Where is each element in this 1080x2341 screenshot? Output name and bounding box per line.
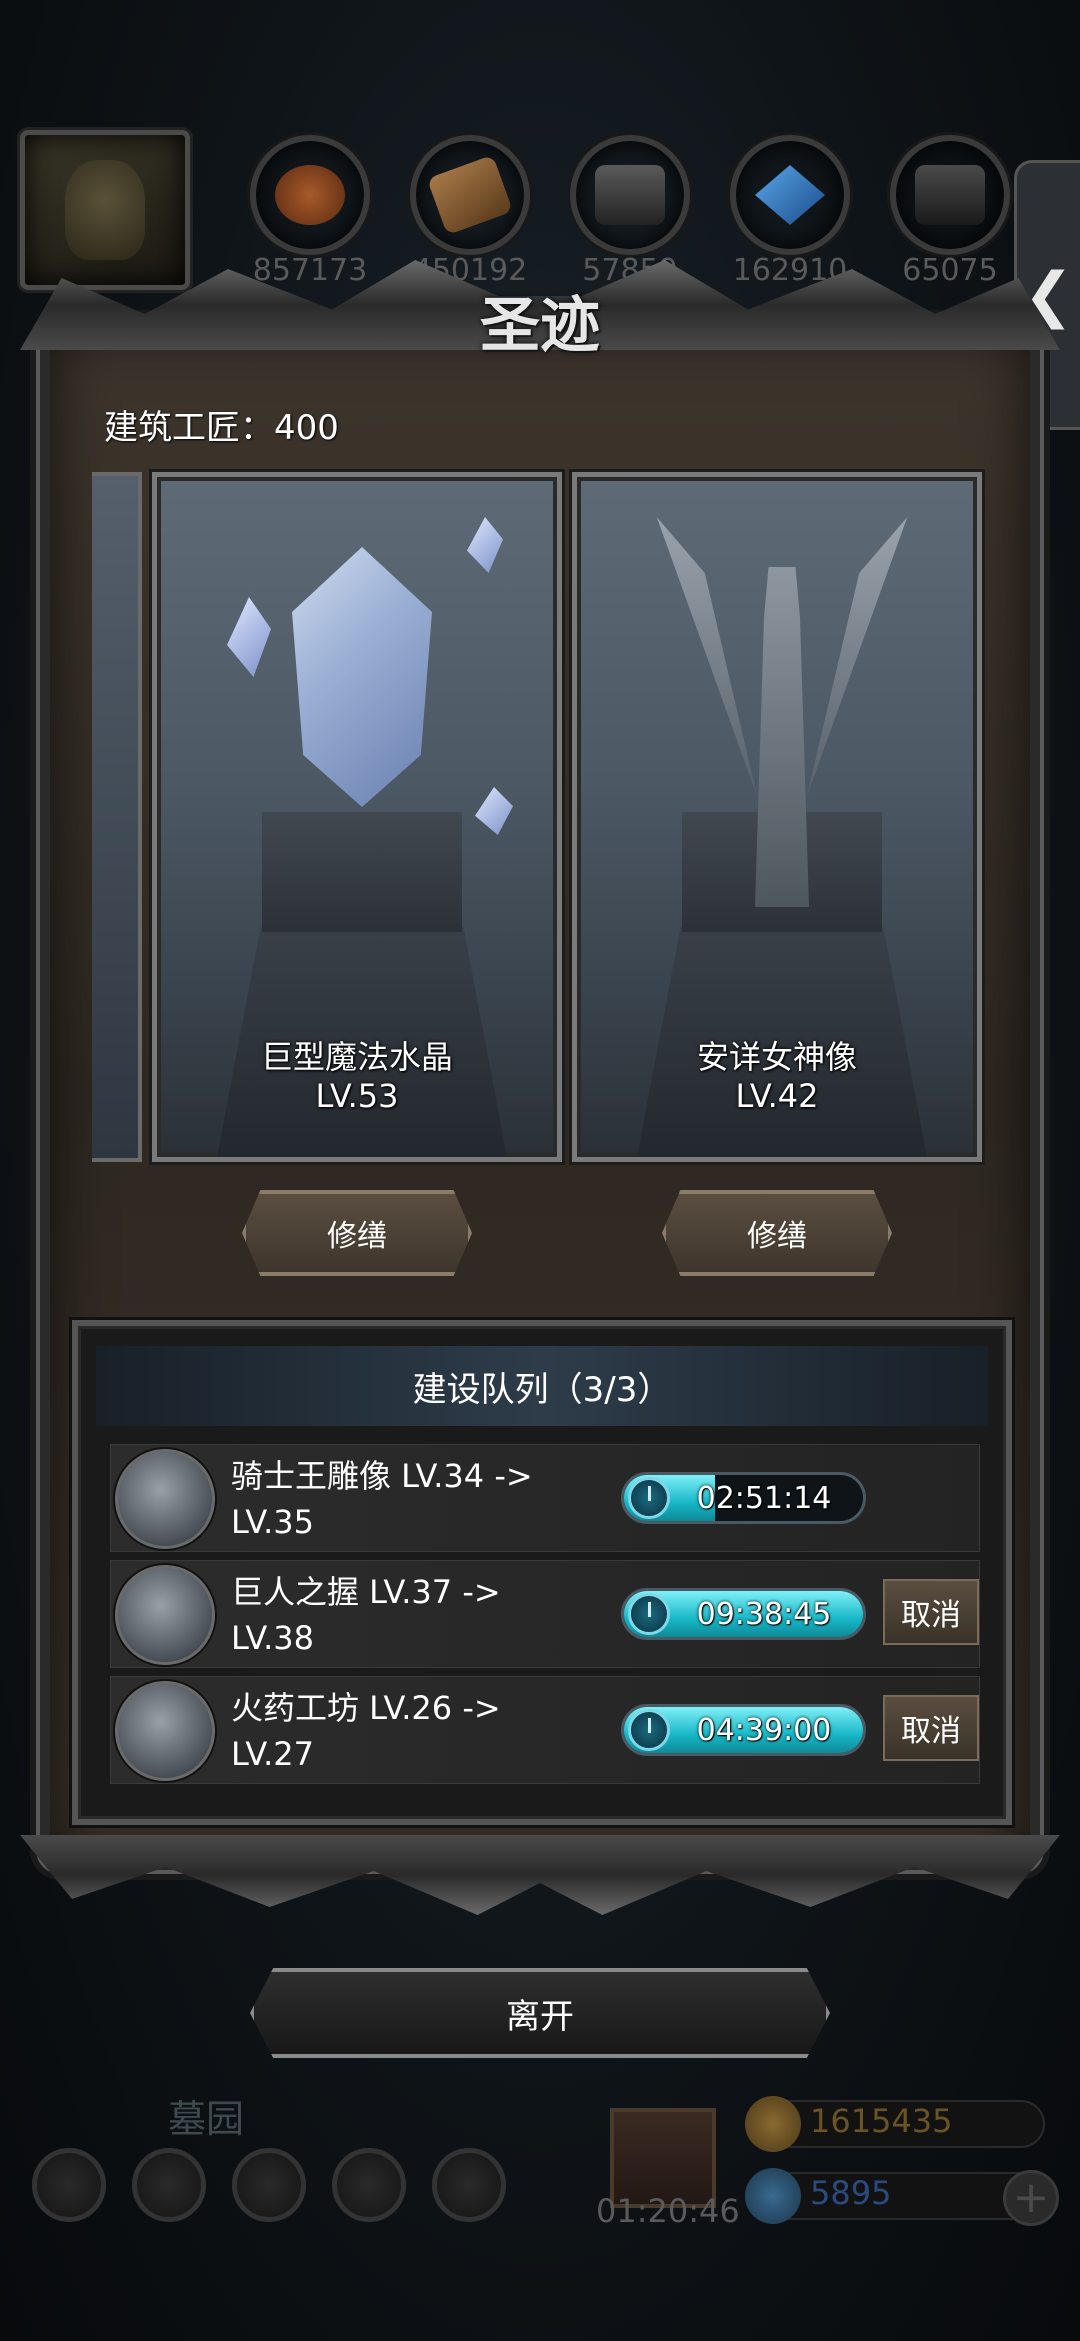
knight-statue-icon (115, 1449, 215, 1549)
wood-icon (410, 135, 530, 255)
location-label: 墓园 (168, 2097, 245, 2141)
gold-coin-icon (745, 2096, 801, 2152)
chat-icon[interactable] (432, 2148, 506, 2222)
queue-row-label: 巨人之握 LV.37 -> LV.38 (231, 1573, 501, 1657)
queue-row-label: 火药工坊 LV.26 -> LV.27 (231, 1689, 501, 1773)
gift-timer: 01:20:46 (596, 2192, 740, 2230)
gem-amount: 5895 (810, 2174, 892, 2212)
progress-timer: 02:51:14 (621, 1472, 866, 1524)
plus-icon[interactable]: + (1003, 2170, 1059, 2226)
building-card-goddess-statue[interactable]: 安详女神像 LV.42 (572, 472, 982, 1162)
building-card-previous[interactable] (92, 472, 142, 1162)
avatar-face (65, 160, 145, 260)
repair-button[interactable]: 修缮 (242, 1190, 472, 1276)
page-title: 圣迹 (480, 290, 600, 361)
tower-pedestal (262, 812, 462, 932)
cancel-button[interactable]: 取消 (883, 1695, 979, 1761)
timer-text: 02:51:14 (696, 1480, 832, 1516)
queue-row: 骑士王雕像 LV.34 -> LV.35 02:51:14 (110, 1444, 980, 1552)
gold-amount: 1615435 (810, 2102, 953, 2140)
leave-button[interactable]: 离开 (250, 1968, 830, 2058)
crystal-image (292, 547, 432, 807)
iron-icon (890, 135, 1010, 255)
queue-row: 巨人之握 LV.37 -> LV.38 09:38:45 取消 (110, 1560, 980, 1668)
craftsman-count: 建筑工匠：400 (104, 408, 339, 448)
queue-title: 建设队列（3/3） (96, 1346, 988, 1426)
building-card-magic-crystal[interactable]: 巨型魔法水晶 LV.53 (152, 472, 562, 1162)
star-icon[interactable] (132, 2148, 206, 2222)
resource-value: 65075 (902, 253, 998, 288)
crystal-icon (730, 135, 850, 255)
cancel-button[interactable]: 取消 (883, 1579, 979, 1645)
building-name: 安详女神像 (696, 1038, 857, 1076)
stone-icon (570, 135, 690, 255)
banner-icon[interactable] (232, 2148, 306, 2222)
food-icon (250, 135, 370, 255)
player-avatar[interactable] (20, 130, 190, 290)
building-name: 巨型魔法水晶 (260, 1038, 453, 1076)
progress-timer: 04:39:00 (621, 1704, 866, 1756)
progress-timer: 09:38:45 (621, 1588, 866, 1640)
timer-text: 09:38:45 (696, 1596, 832, 1632)
gunpowder-workshop-icon (115, 1681, 215, 1781)
queue-row-label: 骑士王雕像 LV.34 -> LV.35 (231, 1457, 533, 1541)
timer-text: 04:39:00 (696, 1712, 832, 1748)
panel-bottom-ornament (20, 1835, 1060, 1915)
resource-iron[interactable]: 65075 (890, 135, 1010, 315)
giant-grip-icon (115, 1565, 215, 1665)
crystal-shard (475, 787, 513, 835)
gear-icon[interactable] (32, 2148, 106, 2222)
mail-icon[interactable] (332, 2148, 406, 2222)
repair-button[interactable]: 修缮 (662, 1190, 892, 1276)
queue-row: 火药工坊 LV.26 -> LV.27 04:39:00 取消 (110, 1676, 980, 1784)
building-level: LV.53 (315, 1077, 399, 1115)
construction-queue: 建设队列（3/3） 骑士王雕像 LV.34 -> LV.35 02:51:14 … (72, 1320, 1012, 1825)
building-level: LV.42 (735, 1077, 819, 1115)
crystal-shard (227, 597, 271, 677)
gem-icon (745, 2168, 801, 2224)
crystal-shard (467, 517, 503, 573)
